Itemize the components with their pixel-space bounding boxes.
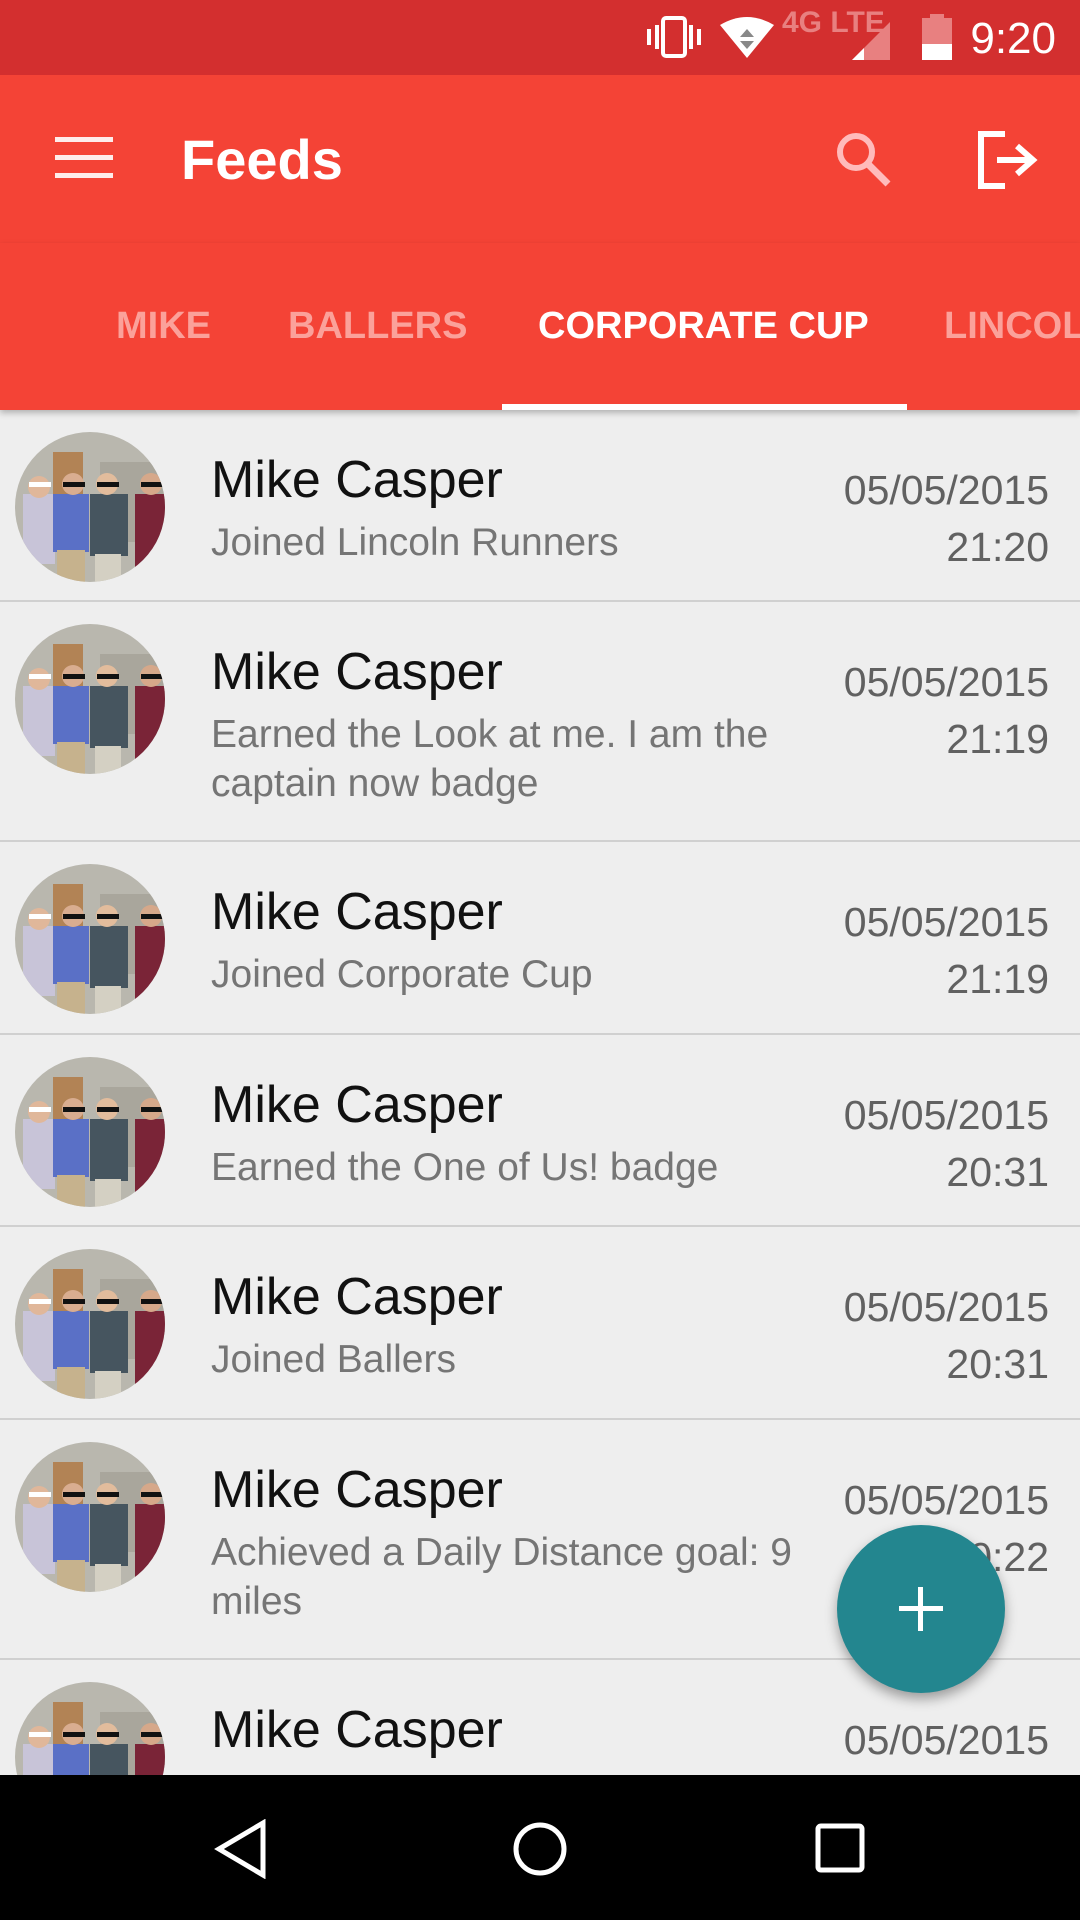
- feed-activity-text: Achieved a Daily Distance goal: 9 miles: [211, 1531, 792, 1623]
- tab-bar: MIKE BALLERS CORPORATE CUP LINCOLN: [0, 243, 1080, 410]
- feed-activity-text: Earned the Look at me. I am the captain …: [211, 713, 769, 805]
- recents-icon[interactable]: [813, 1819, 869, 1879]
- tab-lincoln[interactable]: LINCOLN: [944, 305, 1080, 348]
- feed-user-name: Mike Casper: [211, 643, 503, 701]
- feed-activity-text: Joined Ballers: [211, 1338, 456, 1381]
- feed-date: 05/05/2015: [843, 1717, 1049, 1763]
- feed-user-name: Mike Casper: [211, 451, 503, 509]
- add-button[interactable]: [837, 1525, 1005, 1693]
- tab-mike[interactable]: MIKE: [116, 305, 211, 348]
- tab-ballers[interactable]: BALLERS: [288, 305, 467, 348]
- logout-icon[interactable]: [975, 130, 1039, 190]
- feed-item[interactable]: Mike Casper Earned the Look at me. I am …: [0, 602, 1080, 842]
- vibrate-icon: [647, 16, 701, 58]
- back-icon[interactable]: [213, 1819, 269, 1879]
- feed-timestamp: 05/05/2015 20:31: [844, 1279, 1049, 1393]
- battery-icon: [922, 14, 952, 60]
- feed-date: 05/05/2015: [843, 1477, 1049, 1523]
- feed-time: 20:31: [946, 1341, 1049, 1387]
- feed-item[interactable]: Mike Casper Earned the One of Us! badge …: [0, 1035, 1080, 1227]
- feed-date: 05/05/2015: [843, 467, 1049, 513]
- feed-user-name: Mike Casper: [211, 1701, 503, 1759]
- tab-corporate-cup[interactable]: CORPORATE CUP: [538, 305, 869, 348]
- feed-timestamp: 05/05/2015 21:19: [844, 654, 1049, 768]
- feed-date: 05/05/2015: [843, 899, 1049, 945]
- menu-icon[interactable]: [55, 137, 113, 179]
- feed-user-name: Mike Casper: [211, 883, 503, 941]
- signal-icon: [852, 22, 890, 60]
- avatar[interactable]: [15, 864, 165, 1014]
- app-toolbar: Feeds: [0, 75, 1080, 243]
- avatar[interactable]: [15, 624, 165, 774]
- avatar[interactable]: [15, 432, 165, 582]
- tab-indicator: [502, 404, 907, 410]
- feed-timestamp: 05/05/2015 20:31: [844, 1087, 1049, 1201]
- feed-time: 21:20: [946, 524, 1049, 570]
- feed-item[interactable]: Mike Casper Joined Lincoln Runners 05/05…: [0, 410, 1080, 602]
- feed-timestamp: 05/05/2015 21:19: [844, 894, 1049, 1008]
- wifi-icon: [720, 17, 774, 58]
- feed-activity-text: Earned the One of Us! badge: [211, 1146, 719, 1189]
- status-time: 9:20: [970, 14, 1056, 63]
- feed-user-name: Mike Casper: [211, 1268, 503, 1326]
- status-bar: 4G LTE 9:20: [0, 0, 1080, 75]
- navigation-bar: [0, 1775, 1080, 1920]
- feed-user-name: Mike Casper: [211, 1461, 503, 1519]
- feed-date: 05/05/2015: [843, 659, 1049, 705]
- feed-time: 20:31: [946, 1149, 1049, 1195]
- feed-activity-text: Joined Lincoln Runners: [211, 521, 619, 564]
- feed-date: 05/05/2015: [843, 1092, 1049, 1138]
- avatar[interactable]: [15, 1249, 165, 1399]
- feed-activity-text: Joined Corporate Cup: [211, 953, 593, 996]
- feed-time: 21:19: [946, 716, 1049, 762]
- search-icon[interactable]: [834, 130, 894, 190]
- page-title: Feeds: [181, 128, 343, 191]
- home-icon[interactable]: [510, 1819, 570, 1879]
- feed-item[interactable]: Mike Casper Joined Ballers 05/05/2015 20:…: [0, 1227, 1080, 1420]
- feed-item[interactable]: Mike Casper Joined Corporate Cup 05/05/2…: [0, 842, 1080, 1035]
- feed-timestamp: 05/05/2015: [844, 1712, 1049, 1769]
- feed-time: 21:19: [946, 956, 1049, 1002]
- feed-date: 05/05/2015: [843, 1284, 1049, 1330]
- avatar[interactable]: [15, 1442, 165, 1592]
- avatar[interactable]: [15, 1057, 165, 1207]
- feed-user-name: Mike Casper: [211, 1076, 503, 1134]
- feed-timestamp: 05/05/2015 21:20: [844, 462, 1049, 576]
